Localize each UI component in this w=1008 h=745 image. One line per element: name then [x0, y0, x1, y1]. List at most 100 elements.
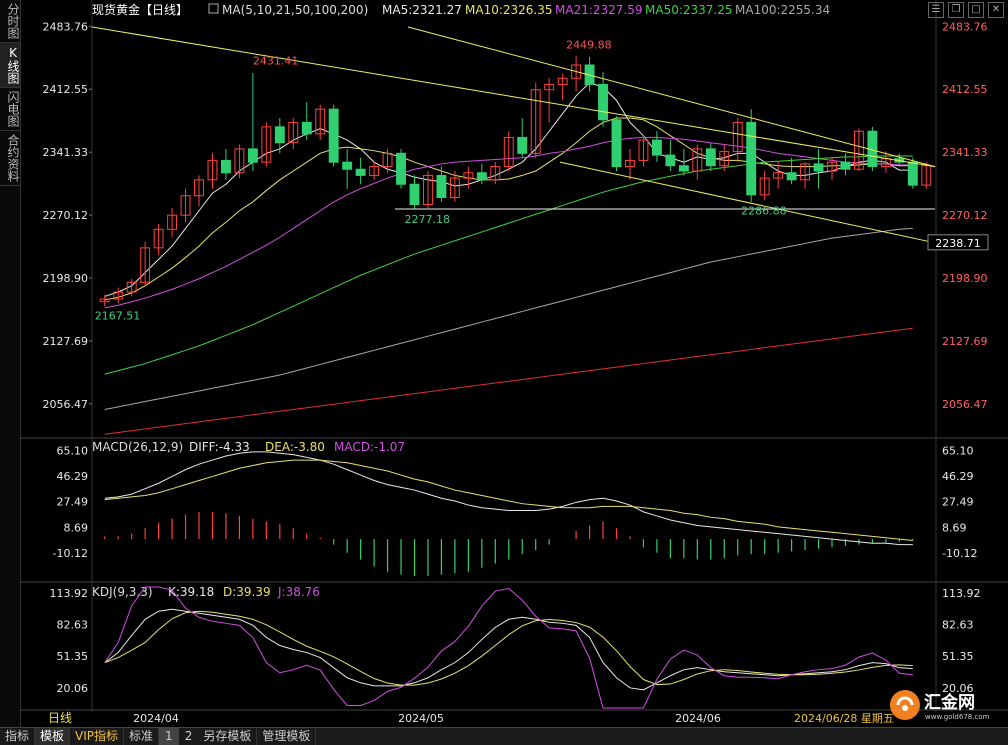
candle-body [247, 148, 258, 163]
maximize-icon[interactable]: □ [968, 2, 984, 18]
x-axis-label: 2024/04 [133, 712, 179, 725]
macd-tick-right: 46.29 [942, 470, 974, 483]
kdj-legend-item: J:38.76 [277, 585, 320, 599]
kdj-k-line [104, 608, 913, 691]
kdj-j-line [104, 586, 913, 709]
kdj-legend-item: K:39.18 [168, 585, 214, 599]
macd-tick-right: 27.49 [942, 496, 974, 509]
candle-body [840, 161, 851, 170]
candle-body [813, 163, 824, 172]
candle-body [342, 161, 353, 170]
kdj-tick-right: 82.63 [942, 619, 974, 632]
price-tick-left: 2127.69 [43, 335, 89, 348]
bottom-toolbar: 指标 模板 VIP指标 标准 1 2 另存模板 管理模板 [0, 727, 1008, 745]
price-annotation: 2167.51 [95, 310, 141, 323]
macd-tick-left: -10.12 [53, 547, 88, 560]
kdj-tick-left: 20.06 [57, 682, 89, 695]
chart-title: 现货黄金【日线】 [92, 2, 188, 17]
ma-legend-item: MA5:2321.27 [382, 3, 462, 17]
price-tick-right: 2127.69 [942, 335, 988, 348]
bottom-item-save-template[interactable]: 另存模板 [198, 728, 258, 745]
chart-canvas[interactable]: 2483.76 2483.76 2412.55 2412.55 2341.33 2341.… [0, 0, 1008, 727]
bottom-item-manage-template[interactable]: 管理模板 [257, 728, 317, 745]
candle-body [409, 183, 420, 206]
price-annotation: 2431.41 [253, 55, 299, 68]
ma-legend-item: MA(5,10,21,50,100,200) [222, 3, 368, 17]
bottom-item-standard[interactable]: 标准 [124, 728, 160, 745]
price-tick-right: 2483.76 [942, 20, 988, 33]
ma-line-ma200 [104, 327, 913, 435]
candle-body [355, 168, 366, 176]
window-controls: ☰ ❐ □ ✕ [928, 2, 1004, 18]
gold678-logo: 汇金网 www.gold678.com [890, 690, 990, 721]
kdj-tick-right: 51.35 [942, 650, 974, 663]
logo-url: www.gold678.com [925, 713, 990, 721]
close-icon[interactable]: ✕ [988, 2, 1004, 18]
period-label: 日线 [48, 711, 72, 725]
price-tick-left: 2483.76 [43, 20, 89, 33]
kdj-tick-left: 113.92 [50, 587, 89, 600]
kdj-tick-right: 113.92 [942, 587, 981, 600]
macd-tick-left: 27.49 [57, 496, 89, 509]
lock-icon [208, 3, 219, 14]
price-tick-left: 2198.90 [43, 272, 89, 285]
ma-line-ma5 [104, 82, 913, 297]
price-annotation: 2277.18 [404, 213, 450, 226]
trading-chart-window: 分时图 K线图 闪电图 合约资料 2483.76 2483.76 2412.55 24… [0, 0, 1008, 745]
logo-name: 汇金网 [924, 692, 975, 713]
upper-trendline-2 [407, 26, 936, 168]
candle-body [436, 174, 447, 199]
restore-icon[interactable]: ❐ [948, 2, 964, 18]
kdj-d-line [104, 610, 913, 686]
price-tick-right: 2341.33 [942, 146, 988, 159]
cursor-date: 2024/06/28 星期五 [794, 712, 894, 725]
macd-legend-item: DIFF:-4.33 [189, 440, 250, 454]
bottom-page-2[interactable]: 2 [179, 728, 199, 745]
bottom-page-1[interactable]: 1 [159, 728, 179, 745]
ma-legend-item: MA21:2327.59 [555, 3, 643, 17]
price-tick-right: 2412.55 [942, 83, 988, 96]
ma-line-ma50 [104, 155, 913, 375]
menu-icon[interactable]: ☰ [928, 2, 944, 18]
candle-body [907, 161, 918, 186]
candle-body [786, 172, 797, 181]
candle-body [328, 108, 339, 163]
ma-line-ma100 [104, 227, 913, 410]
candle-body [746, 121, 757, 196]
candle-body [396, 152, 406, 185]
macd-legend-item: MACD(26,12,9) [92, 440, 183, 454]
candle-body [476, 172, 487, 181]
ma-legend-item: MA100:2255.34 [735, 3, 830, 17]
kdj-tick-left: 51.35 [57, 650, 89, 663]
macd-tick-left: 46.29 [57, 470, 89, 483]
trendline-label: 2238.71 [935, 237, 981, 250]
candle-body [651, 139, 662, 156]
bottom-item-vip-indicator[interactable]: VIP指标 [70, 728, 125, 745]
candle-body [301, 121, 312, 135]
ma-legend-item: MA50:2337.25 [645, 3, 733, 17]
candle-body [274, 126, 285, 144]
macd-legend-item: DEA:-3.80 [265, 440, 325, 454]
candle-body [705, 148, 716, 167]
price-tick-left: 2056.47 [43, 398, 89, 411]
price-tick-right: 2198.90 [942, 272, 988, 285]
price-annotation: 2449.88 [566, 38, 612, 51]
x-axis-label: 2024/05 [398, 712, 444, 725]
price-tick-left: 2341.33 [43, 146, 89, 159]
macd-tick-right: 65.10 [942, 444, 974, 457]
price-annotation: 2286.88 [741, 204, 787, 217]
candle-body [220, 159, 231, 174]
macd-tick-right: 8.69 [942, 521, 967, 534]
candle-body [665, 154, 676, 167]
kdj-legend-item: KDJ(9,3,3) [92, 585, 153, 599]
candle-body [598, 83, 608, 121]
candle-body [611, 119, 622, 168]
price-tick-right: 2270.12 [942, 209, 988, 222]
macd-tick-right: -10.12 [942, 547, 977, 560]
bottom-item-indicator[interactable]: 指标 [0, 728, 36, 745]
bottom-item-template[interactable]: 模板 [35, 728, 71, 745]
kdj-tick-left: 82.63 [57, 619, 89, 632]
price-tick-right: 2056.47 [942, 398, 988, 411]
kdj-legend-item: D:39.39 [223, 585, 271, 599]
macd-tick-left: 8.69 [64, 521, 89, 534]
